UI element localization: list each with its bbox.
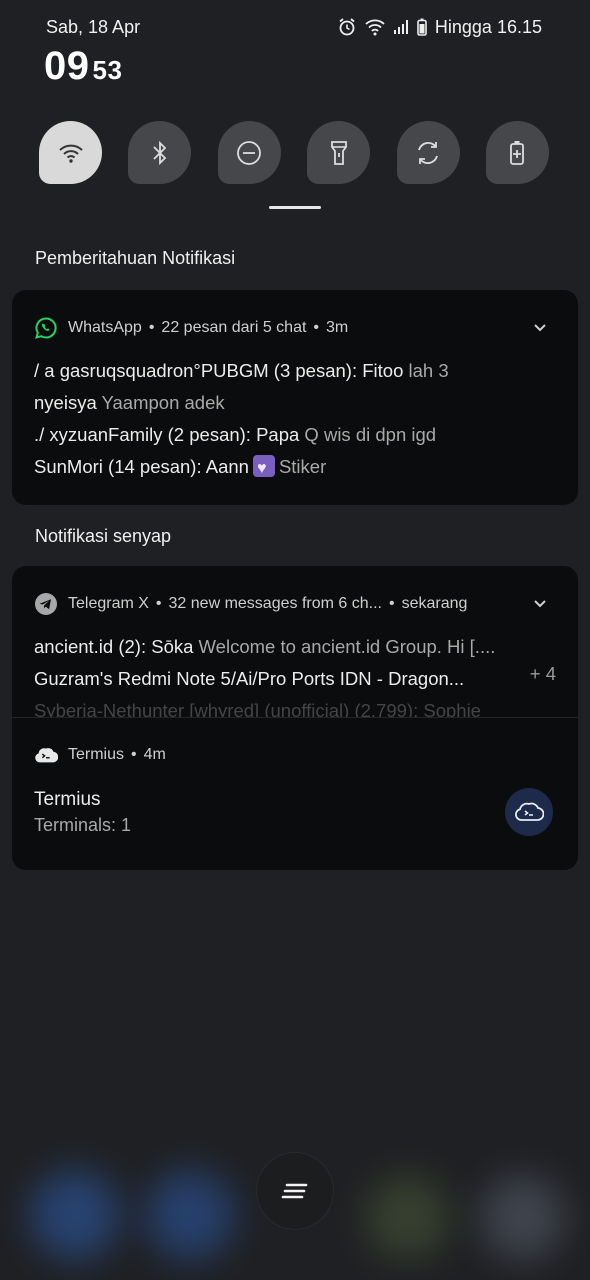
- app-name: Termius: [68, 746, 125, 763]
- clock-minutes: 53: [92, 55, 123, 85]
- bluetooth-icon: [153, 140, 167, 165]
- telegram-icon: [34, 592, 58, 616]
- notification-text: Terminals: 1: [34, 815, 132, 835]
- notification-time: sekarang: [401, 595, 468, 612]
- blurred-app-icon: [145, 1170, 235, 1260]
- message-line: / a gasruqsquadron°PUBGM (3 pesan): Fito…: [34, 360, 449, 381]
- divider: [12, 717, 578, 718]
- blurred-app-icon: [365, 1175, 450, 1260]
- blurred-app-icon: [30, 1170, 120, 1260]
- qs-dnd-toggle[interactable]: [217, 121, 281, 184]
- status-date: Sab, 18 Apr: [46, 16, 141, 37]
- more-messages-count: + 4: [529, 663, 556, 684]
- notification-header: Telegram X • 32 new messages from 6 ch..…: [34, 592, 552, 616]
- notification-time: 4m: [143, 746, 166, 763]
- message-list: / a gasruqsquadron°PUBGM (3 pesan): Fito…: [34, 355, 552, 483]
- status-icons: Hingga 16.15: [337, 17, 542, 38]
- section-title-alerting: Pemberitahuan Notifikasi: [35, 248, 236, 268]
- silent-notifications-group: Telegram X • 32 new messages from 6 ch..…: [12, 566, 578, 870]
- message-list: ancient.id (2): Sōka Welcome to ancient.…: [34, 631, 556, 727]
- heart-emoji-icon: [252, 453, 275, 483]
- wifi-status-icon: [365, 18, 385, 36]
- notification-header: WhatsApp • 22 pesan dari 5 chat • 3m: [34, 316, 552, 340]
- blurred-app-icon: [480, 1175, 565, 1260]
- message-line: Guzram's Redmi Note 5/Ai/Pro Ports IDN -…: [34, 668, 465, 689]
- clock: 09 53: [44, 44, 122, 89]
- battery-estimate: Hingga 16.15: [434, 16, 542, 37]
- panel-drag-handle[interactable]: [269, 206, 321, 209]
- separator-dot: •: [155, 595, 162, 612]
- do-not-disturb-icon: [237, 140, 262, 165]
- termius-large-icon: [505, 788, 553, 836]
- message-line: ancient.id (2): Sōka Welcome to ancient.…: [34, 636, 496, 657]
- separator-dot: •: [313, 319, 320, 336]
- menu-lines-icon: [281, 1183, 308, 1199]
- manage-notifications-button[interactable]: [256, 1152, 334, 1230]
- whatsapp-icon: [34, 316, 58, 340]
- qs-flashlight-toggle[interactable]: [307, 121, 371, 184]
- app-name: WhatsApp: [68, 319, 142, 336]
- message-line: nyeisya Yaampon adek: [34, 392, 225, 413]
- message-line: ./ xyzuanFamily (2 pesan): Papa Q wis di…: [34, 424, 437, 445]
- qs-battery-saver-toggle[interactable]: [485, 121, 549, 184]
- status-bar: Sab, 18 Apr Hingga 16.15: [46, 14, 542, 40]
- alarm-icon: [337, 17, 357, 37]
- separator-dot: •: [131, 746, 137, 763]
- notification-telegram[interactable]: Telegram X • 32 new messages from 6 ch..…: [34, 592, 556, 721]
- notification-header: Termius • 4m: [34, 743, 552, 767]
- wifi-icon: [58, 144, 83, 163]
- notification-termius[interactable]: Termius • 4m Termius Terminals: 1: [12, 717, 578, 870]
- notification-time: 3m: [326, 319, 349, 336]
- notification-summary: 22 pesan dari 5 chat: [161, 319, 307, 336]
- signal-icon: [393, 19, 409, 35]
- auto-rotate-icon: [418, 141, 438, 164]
- battery-icon: [417, 18, 427, 36]
- flashlight-icon: [330, 140, 347, 165]
- app-name: Telegram X: [68, 595, 149, 612]
- notification-summary: 32 new messages from 6 ch...: [168, 595, 382, 612]
- termius-icon: [34, 743, 58, 767]
- battery-saver-icon: [510, 140, 525, 165]
- notification-whatsapp[interactable]: WhatsApp • 22 pesan dari 5 chat • 3m / a…: [12, 290, 578, 505]
- message-line: SunMori (14 pesan): AannStiker: [34, 451, 552, 483]
- clock-hours: 09: [44, 44, 90, 88]
- qs-wifi-toggle[interactable]: [39, 121, 102, 184]
- notification-title: Termius: [34, 789, 101, 810]
- quick-settings: [39, 121, 549, 184]
- expand-chevron-icon[interactable]: [528, 316, 552, 340]
- qs-bluetooth-toggle[interactable]: [128, 121, 192, 184]
- section-title-silent: Notifikasi senyap: [35, 526, 172, 546]
- separator-dot: •: [148, 319, 155, 336]
- expand-chevron-icon[interactable]: [528, 592, 552, 616]
- separator-dot: •: [388, 595, 395, 612]
- qs-autorotate-toggle[interactable]: [396, 121, 460, 184]
